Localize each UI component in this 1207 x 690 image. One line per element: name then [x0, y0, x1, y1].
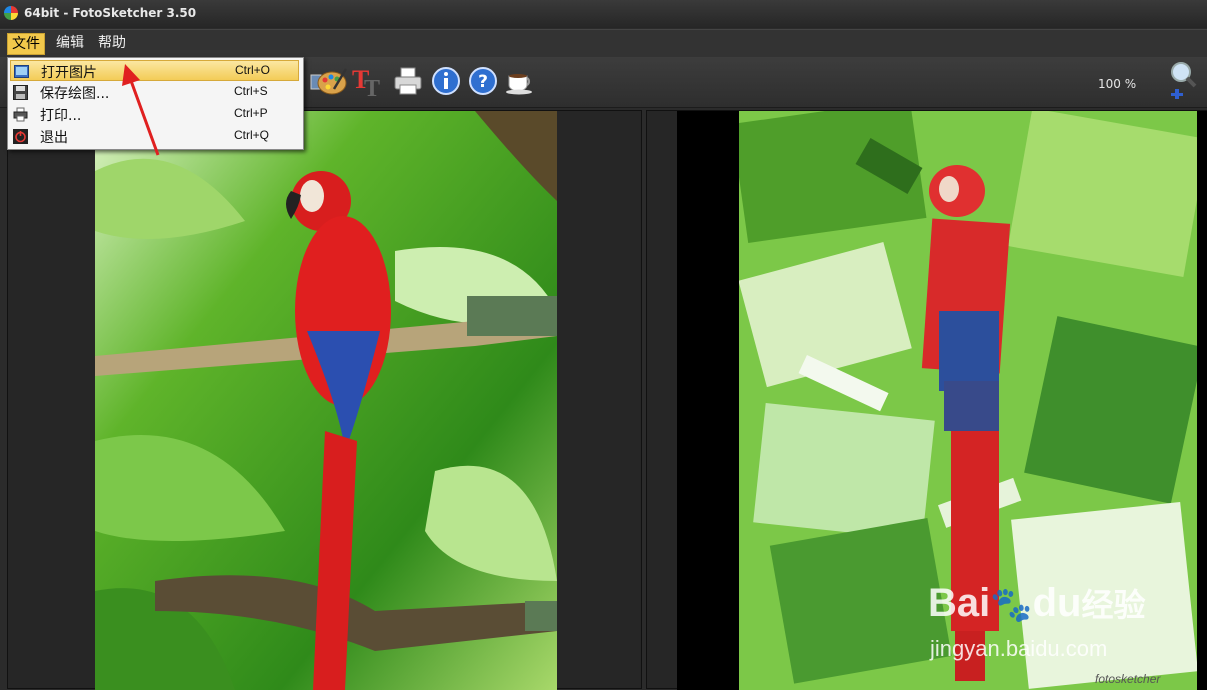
watermark-signature: fotosketcher: [1095, 672, 1161, 686]
menu-help[interactable]: 帮助: [94, 33, 130, 53]
menu-edit[interactable]: 编辑: [52, 33, 88, 53]
parrot-photo: [95, 111, 557, 690]
app-icon: [4, 6, 18, 20]
watermark-baidu: Bai🐾du经验: [928, 580, 1145, 626]
watermark-cn: 经验: [1081, 587, 1146, 623]
svg-text:?: ?: [478, 72, 488, 92]
menu-item-label: 退出: [40, 130, 68, 146]
watermark-brand: Bai: [928, 581, 991, 625]
title-bar: 64bit - FotoSketcher 3.50: [0, 0, 1207, 28]
info-icon[interactable]: [430, 65, 462, 97]
power-icon: [13, 129, 28, 144]
menu-file[interactable]: 文件: [7, 33, 45, 55]
printer-icon[interactable]: [392, 65, 424, 97]
menu-bar: 文件 编辑 帮助: [0, 29, 1207, 57]
zoom-level: 100 %: [1098, 77, 1137, 91]
watermark-url: jingyan.baidu.com: [930, 636, 1108, 661]
svg-text:T: T: [364, 76, 380, 98]
black-border-right: [1197, 111, 1207, 690]
coffee-cup-icon[interactable]: [504, 65, 536, 97]
black-border-left: [677, 111, 739, 690]
menu-item-shortcut: Ctrl+P: [234, 106, 268, 120]
menu-item-label: 打开图片: [41, 65, 97, 81]
magnifier-icon[interactable]: [1166, 62, 1198, 99]
menu-item-shortcut: Ctrl+O: [235, 63, 271, 77]
paw-icon: 🐾: [990, 586, 1033, 624]
window-title: 64bit - FotoSketcher 3.50: [24, 6, 197, 20]
text-tool-icon[interactable]: TT: [352, 65, 384, 98]
floppy-disk-icon: [13, 85, 28, 100]
annotation-arrow: [122, 64, 160, 156]
menu-item-shortcut: Ctrl+S: [234, 84, 268, 98]
menu-item-shortcut: Ctrl+Q: [234, 128, 270, 142]
palette-icon[interactable]: [316, 65, 348, 97]
printer-icon: [13, 107, 28, 122]
original-image-pane: [7, 110, 642, 690]
menu-item-label: 打印...: [40, 108, 82, 124]
watermark-brand-suffix: du: [1032, 581, 1082, 625]
open-image-icon: [14, 65, 29, 78]
menu-item-label: 保存绘图...: [40, 86, 110, 102]
help-icon[interactable]: ?: [467, 65, 499, 97]
